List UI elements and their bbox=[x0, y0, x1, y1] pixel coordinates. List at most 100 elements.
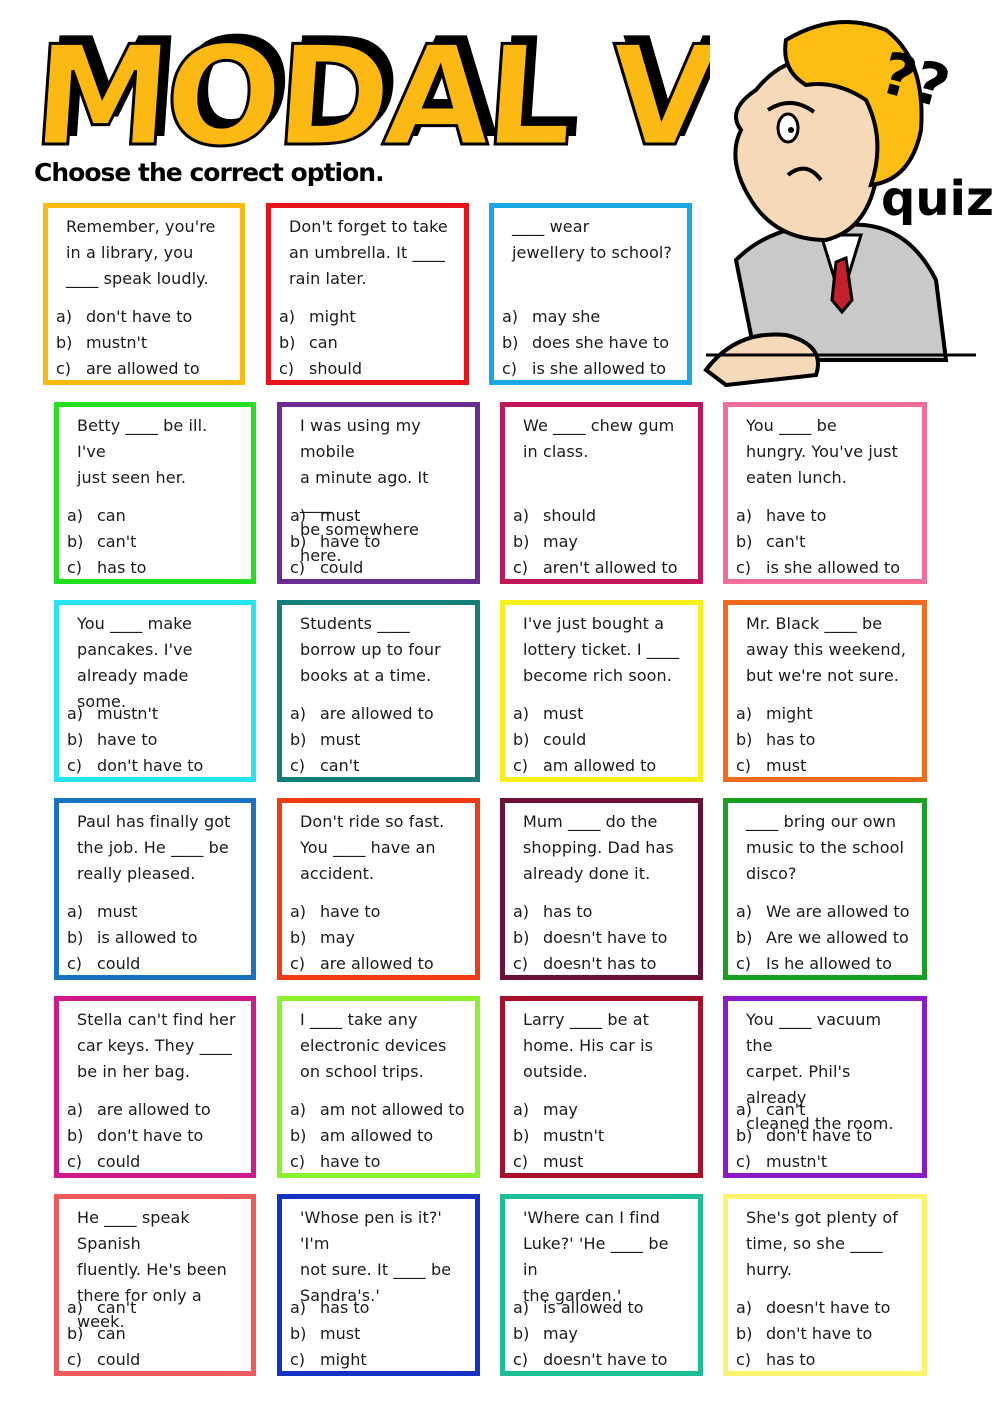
option-text: may she bbox=[532, 307, 601, 326]
option-letter: a) bbox=[736, 1298, 753, 1317]
answer-option[interactable]: c) doesn't have to bbox=[513, 1347, 688, 1373]
answer-option[interactable]: b) may bbox=[290, 925, 465, 951]
answer-option[interactable]: a) have to bbox=[736, 503, 912, 529]
answer-option[interactable]: c) might bbox=[290, 1347, 465, 1373]
answer-option[interactable]: c) aren't allowed to bbox=[513, 555, 688, 581]
answer-option[interactable]: a) should bbox=[513, 503, 688, 529]
option-text: may bbox=[320, 928, 355, 947]
answer-option[interactable]: a) can bbox=[67, 503, 241, 529]
answer-option[interactable]: b) can't bbox=[736, 529, 912, 555]
answer-option[interactable]: b) have to bbox=[290, 529, 465, 555]
question-text: ____ bring our own music to the school d… bbox=[746, 812, 905, 883]
answer-option[interactable]: c) mustn't bbox=[736, 1149, 912, 1175]
answer-option[interactable]: c) have to bbox=[290, 1149, 465, 1175]
answer-option[interactable]: c) must bbox=[736, 753, 912, 779]
answer-option[interactable]: c) could bbox=[67, 1347, 241, 1373]
answer-option[interactable]: b) is allowed to bbox=[67, 925, 241, 951]
answer-option[interactable]: a) might bbox=[279, 304, 454, 330]
option-letter: c) bbox=[290, 954, 306, 973]
answer-option[interactable]: b) does she have to bbox=[502, 330, 677, 356]
answer-option[interactable]: c) can't bbox=[290, 753, 465, 779]
answer-option[interactable]: c) has to bbox=[67, 555, 241, 581]
answer-option[interactable]: c) are allowed to bbox=[56, 356, 230, 382]
answer-option[interactable]: c) are allowed to bbox=[290, 951, 465, 977]
question-card: ____ bring our own music to the school d… bbox=[723, 798, 927, 980]
answer-option[interactable]: a) must bbox=[67, 899, 241, 925]
option-letter: b) bbox=[67, 928, 84, 947]
answer-option[interactable]: b) could bbox=[513, 727, 688, 753]
answer-option[interactable]: b) mustn't bbox=[56, 330, 230, 356]
answer-option[interactable]: b) Are we allowed to bbox=[736, 925, 912, 951]
option-letter: b) bbox=[67, 532, 84, 551]
answer-option[interactable]: c) Is he allowed to bbox=[736, 951, 912, 977]
question-card: She's got plenty of time, so she ____ hu… bbox=[723, 1194, 927, 1376]
answer-option[interactable]: b) am allowed to bbox=[290, 1123, 465, 1149]
option-text: aren't allowed to bbox=[543, 558, 678, 577]
answer-option[interactable]: b) may bbox=[513, 1321, 688, 1347]
option-text: has to bbox=[97, 558, 147, 577]
answer-option[interactable]: b) has to bbox=[736, 727, 912, 753]
question-text: I ____ take any electronic devices on sc… bbox=[300, 1010, 447, 1081]
answer-option[interactable]: c) is she allowed to bbox=[736, 555, 912, 581]
answer-option[interactable]: c) has to bbox=[736, 1347, 912, 1373]
answer-option[interactable]: a) don't have to bbox=[56, 304, 230, 330]
option-text: has to bbox=[766, 730, 816, 749]
answer-option[interactable]: c) could bbox=[290, 555, 465, 581]
answer-option[interactable]: c) must bbox=[513, 1149, 688, 1175]
option-text: don't have to bbox=[86, 307, 193, 326]
question-card: Don't ride so fast. You ____ have an acc… bbox=[277, 798, 480, 980]
answer-option[interactable]: b) can't bbox=[67, 529, 241, 555]
answer-option[interactable]: a) may bbox=[513, 1097, 688, 1123]
answer-option[interactable]: b) have to bbox=[67, 727, 241, 753]
option-letter: a) bbox=[279, 307, 296, 326]
answer-option[interactable]: a) are allowed to bbox=[67, 1097, 241, 1123]
option-letter: a) bbox=[736, 902, 753, 921]
option-letter: c) bbox=[513, 558, 529, 577]
answer-option[interactable]: a) is allowed to bbox=[513, 1295, 688, 1321]
answer-option[interactable]: a) may she bbox=[502, 304, 677, 330]
option-text: am allowed to bbox=[320, 1126, 434, 1145]
answer-option[interactable]: a) mustn't bbox=[67, 701, 241, 727]
answer-option[interactable]: b) may bbox=[513, 529, 688, 555]
answer-option[interactable]: c) don't have to bbox=[67, 753, 241, 779]
answer-option[interactable]: b) must bbox=[290, 727, 465, 753]
question-card: Don't forget to take an umbrella. It ___… bbox=[266, 203, 469, 385]
option-letter: b) bbox=[290, 730, 307, 749]
answer-option[interactable]: a) might bbox=[736, 701, 912, 727]
answer-option[interactable]: a) am not allowed to bbox=[290, 1097, 465, 1123]
answer-option[interactable]: b) can bbox=[279, 330, 454, 356]
answer-option[interactable]: c) am allowed to bbox=[513, 753, 688, 779]
answer-option[interactable]: a) are allowed to bbox=[290, 701, 465, 727]
answer-option[interactable]: c) could bbox=[67, 951, 241, 977]
answer-option[interactable]: a) has to bbox=[513, 899, 688, 925]
answer-option[interactable]: c) could bbox=[67, 1149, 241, 1175]
option-letter: c) bbox=[290, 756, 306, 775]
option-text: must bbox=[543, 704, 584, 723]
answer-option[interactable]: b) don't have to bbox=[67, 1123, 241, 1149]
option-letter: c) bbox=[67, 954, 83, 973]
option-list: a) am not allowed to b) am allowed to c) have… bbox=[290, 1097, 465, 1175]
answer-option[interactable]: b) must bbox=[290, 1321, 465, 1347]
answer-option[interactable]: a) doesn't have to bbox=[736, 1295, 912, 1321]
answer-option[interactable]: b) don't have to bbox=[736, 1321, 912, 1347]
option-letter: c) bbox=[67, 1350, 83, 1369]
option-list: a) have to b) may c) are allowed to bbox=[290, 899, 465, 977]
option-list: a) is allowed to b) may c) doesn't have to bbox=[513, 1295, 688, 1373]
question-card: He ____ speak Spanish fluently. He's bee… bbox=[54, 1194, 256, 1376]
answer-option[interactable]: a) have to bbox=[290, 899, 465, 925]
question-card: I ____ take any electronic devices on sc… bbox=[277, 996, 480, 1178]
answer-option[interactable]: c) is she allowed to bbox=[502, 356, 677, 382]
answer-option[interactable]: a) We are allowed to bbox=[736, 899, 912, 925]
option-letter: b) bbox=[513, 928, 530, 947]
option-text: Is he allowed to bbox=[766, 954, 892, 973]
answer-option[interactable]: c) should bbox=[279, 356, 454, 382]
answer-option[interactable]: b) mustn't bbox=[513, 1123, 688, 1149]
answer-option[interactable]: b) can bbox=[67, 1321, 241, 1347]
answer-option[interactable]: b) doesn't have to bbox=[513, 925, 688, 951]
answer-option[interactable]: a) must bbox=[513, 701, 688, 727]
answer-option[interactable]: c) doesn't has to bbox=[513, 951, 688, 977]
question-card: Betty ____ be ill. I've just seen her. a)… bbox=[54, 402, 256, 584]
option-letter: b) bbox=[513, 730, 530, 749]
option-letter: a) bbox=[513, 1298, 530, 1317]
option-list: a) mustn't b) have to c) don't have to bbox=[67, 701, 241, 779]
